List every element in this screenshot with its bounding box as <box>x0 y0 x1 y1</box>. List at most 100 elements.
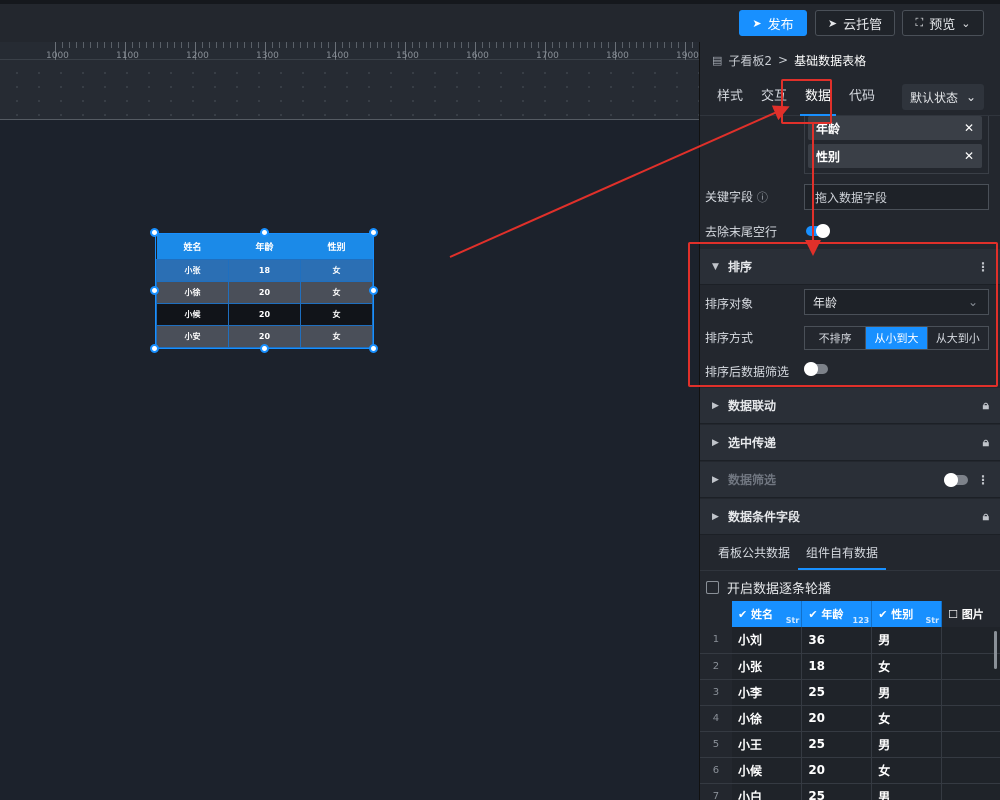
close-icon[interactable]: ✕ <box>964 149 974 163</box>
data-filter-toggle[interactable] <box>944 473 968 487</box>
send-icon: ➤ <box>752 16 762 30</box>
grid-cell[interactable]: 男 <box>871 627 943 654</box>
check-icon: ✔ <box>808 608 818 621</box>
resize-handle[interactable] <box>369 286 378 295</box>
grid-cell[interactable]: 小王 <box>731 731 803 758</box>
trim-toggle[interactable] <box>806 224 830 238</box>
table-row[interactable]: 3 小李 25 男 <box>700 679 1000 706</box>
grid-cell[interactable] <box>941 731 1000 758</box>
grid-cell[interactable] <box>941 627 1000 654</box>
grid-cell[interactable]: 18 <box>801 653 873 680</box>
ruler-minor-tick <box>209 42 210 48</box>
resize-handle[interactable] <box>150 344 159 353</box>
resize-handle[interactable] <box>150 286 159 295</box>
grid-cell[interactable]: 20 <box>801 705 873 732</box>
grid-column-header[interactable]: ☐ 图片 <box>941 601 1000 627</box>
carousel-row[interactable]: 开启数据逐条轮播 <box>706 577 831 597</box>
grid-scrollbar[interactable] <box>994 631 997 669</box>
carousel-checkbox[interactable] <box>706 580 719 594</box>
ruler-minor-tick <box>363 42 364 48</box>
tab-board-public-data[interactable]: 看板公共数据 <box>710 535 798 570</box>
table-row[interactable]: 1 小刘 36 男 <box>700 627 1000 654</box>
ruler-minor-tick <box>188 42 189 48</box>
grid-column-header[interactable]: ✔ 姓名 Str <box>731 601 803 627</box>
widget-cell: 20 <box>228 280 301 304</box>
grid-cell[interactable]: 25 <box>801 679 873 706</box>
preview-button[interactable]: ⛶ 预览 ⌄ <box>902 10 984 36</box>
grid-cell[interactable]: 小徐 <box>731 705 803 732</box>
table-row[interactable]: 4 小徐 20 女 <box>700 705 1000 732</box>
ruler-minor-tick <box>174 42 175 48</box>
grid-column-type: 123 <box>852 616 870 625</box>
widget-cell: 18 <box>228 258 301 282</box>
grid-cell[interactable]: 25 <box>801 731 873 758</box>
grid-cell[interactable]: 女 <box>871 757 943 784</box>
grid-cell[interactable]: 小张 <box>731 653 803 680</box>
grid-cell[interactable] <box>941 653 1000 680</box>
ruler-minor-tick <box>251 42 252 48</box>
grid-cell[interactable]: 男 <box>871 731 943 758</box>
panel-tabs: 样式 交互 数据 代码 默认状态 ⌄ <box>700 78 1000 116</box>
checkbox-icon[interactable]: ☐ <box>948 608 958 621</box>
widget-cell: 女 <box>300 280 373 304</box>
grid-cell[interactable]: 女 <box>871 705 943 732</box>
key-field-input[interactable]: 拖入数据字段 <box>804 184 989 210</box>
grid-cell[interactable]: 男 <box>871 783 943 800</box>
ruler-minor-tick <box>328 42 329 48</box>
resize-handle[interactable] <box>260 228 269 237</box>
field-chip[interactable]: 年龄 ✕ <box>808 116 982 140</box>
section-selection-pass[interactable]: ▶ 选中传递 🔒︎ <box>700 425 1000 461</box>
section-condition-fields[interactable]: ▶ 数据条件字段 🔒︎ <box>700 499 1000 535</box>
grid-cell[interactable]: 小李 <box>731 679 803 706</box>
grid-cell[interactable]: 25 <box>801 783 873 800</box>
section-title: 数据条件字段 <box>728 510 801 524</box>
grid-cell[interactable]: 小白 <box>731 783 803 800</box>
table-row[interactable]: 2 小张 18 女 <box>700 653 1000 680</box>
grid-cell[interactable]: 女 <box>871 653 943 680</box>
ruler-minor-tick <box>580 42 581 48</box>
cloud-host-button[interactable]: ➤ 云托管 <box>815 10 895 36</box>
caret-right-icon: ▶ <box>712 511 719 522</box>
grid-cell[interactable] <box>941 705 1000 732</box>
ruler-tick-label: 1200 <box>186 51 209 61</box>
grid-cell[interactable]: 男 <box>871 679 943 706</box>
grid-cell[interactable] <box>941 757 1000 784</box>
breadcrumb-parent[interactable]: 子看板2 <box>728 52 772 69</box>
grid-cell[interactable]: 36 <box>801 627 873 654</box>
design-canvas[interactable] <box>0 121 700 800</box>
preview-label: 预览 <box>929 17 956 33</box>
table-widget[interactable]: 姓名 年龄 性别 小张 18 女 小徐 20 女 小候 20 女 小安 20 女 <box>155 233 374 349</box>
section-data-filter[interactable]: ▶ 数据筛选 ⋮ <box>700 462 1000 498</box>
resize-handle[interactable] <box>150 228 159 237</box>
tab-code[interactable]: 代码 <box>840 78 884 116</box>
table-row[interactable]: 5 小王 25 男 <box>700 731 1000 758</box>
more-vertical-icon[interactable]: ⋮ <box>977 473 989 487</box>
table-row[interactable]: 6 小候 20 女 <box>700 757 1000 784</box>
ruler-minor-tick <box>510 42 511 48</box>
grid-cell[interactable]: 小刘 <box>731 627 803 654</box>
row-index: 4 <box>700 705 732 732</box>
resize-handle[interactable] <box>260 344 269 353</box>
publish-button[interactable]: ➤ 发布 <box>739 10 807 36</box>
help-icon[interactable]: ⓘ <box>757 191 768 204</box>
field-chip[interactable]: 性别 ✕ <box>808 144 982 168</box>
ruler-minor-tick <box>608 42 609 48</box>
table-row[interactable]: 7 小白 25 男 <box>700 783 1000 800</box>
ruler-tick-label: 1600 <box>466 51 489 61</box>
section-data-linkage[interactable]: ▶ 数据联动 🔒︎ <box>700 388 1000 424</box>
resize-handle[interactable] <box>369 228 378 237</box>
ruler-minor-tick <box>349 42 350 48</box>
grid-column-header[interactable]: ✔ 年龄 123 <box>801 601 873 627</box>
grid-cell[interactable]: 20 <box>801 757 873 784</box>
ruler-minor-tick <box>482 42 483 48</box>
grid-cell[interactable] <box>941 783 1000 800</box>
tab-own-data[interactable]: 组件自有数据 <box>798 535 887 570</box>
grid-cell[interactable] <box>941 679 1000 706</box>
close-icon[interactable]: ✕ <box>964 121 974 135</box>
grid-column-header[interactable]: ✔ 性别 Str <box>871 601 943 627</box>
tab-style[interactable]: 样式 <box>708 78 752 116</box>
state-select[interactable]: 默认状态 ⌄ <box>902 84 984 110</box>
grid-cell[interactable]: 小候 <box>731 757 803 784</box>
toggle-knob <box>816 224 830 238</box>
resize-handle[interactable] <box>369 344 378 353</box>
